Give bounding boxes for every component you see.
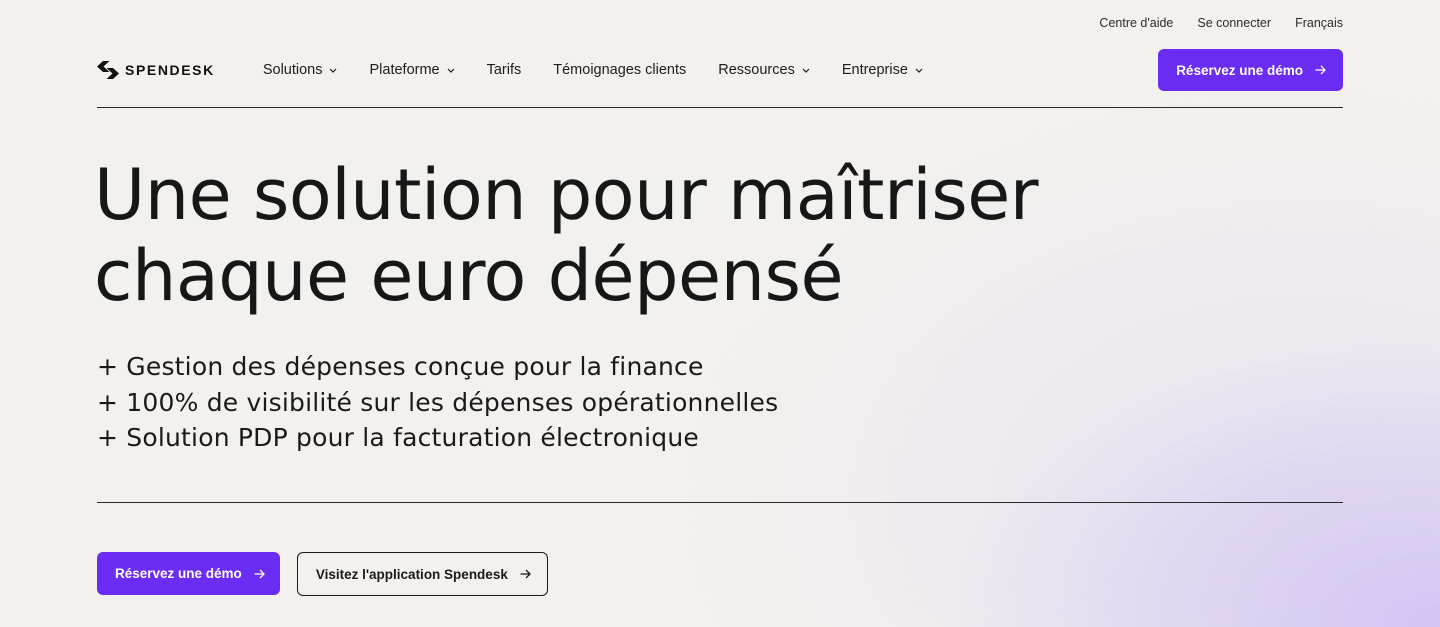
- visit-app-label: Visitez l'application Spendesk: [315, 566, 508, 582]
- spendesk-logo-icon: [97, 61, 119, 79]
- menu-item-tarifs[interactable]: Tarifs: [487, 62, 522, 78]
- arrow-right-icon: [520, 569, 531, 579]
- menu-item-label: Plateforme: [369, 62, 440, 78]
- hero-title-line-1: Une solution pour maîtriser: [94, 154, 1039, 236]
- section-divider: [97, 502, 1343, 503]
- menu-item-solutions[interactable]: Solutions: [263, 62, 338, 78]
- menu-item-label: Tarifs: [486, 62, 522, 78]
- header-demo-label: Réservez une démo: [1176, 62, 1303, 78]
- header-divider: [97, 107, 1343, 108]
- hero-title: Une solution pour maîtriser chaque euro …: [94, 155, 1094, 317]
- arrow-right-icon: [254, 569, 265, 578]
- brand-name: SPENDESK: [125, 62, 215, 78]
- menu-item-temoignages[interactable]: Témoignages clients: [553, 62, 686, 78]
- login-link[interactable]: Se connecter: [1197, 16, 1271, 30]
- help-center-link[interactable]: Centre d'aide: [1099, 16, 1173, 30]
- benefit-item: + 100% de visibilité sur les dépenses op…: [97, 387, 779, 417]
- menu: Solutions Plateforme Tarifs Témoignages …: [263, 62, 923, 78]
- visit-app-button[interactable]: Visitez l'application Spendesk: [296, 552, 548, 596]
- page-container: Centre d'aide Se connecter Français SPEN…: [94, 0, 1343, 627]
- menu-item-ressources[interactable]: Ressources: [718, 62, 810, 78]
- menu-item-label: Entreprise: [841, 62, 908, 78]
- main-nav: SPENDESK Solutions Plateforme Tarifs Tém…: [97, 49, 1343, 91]
- chevron-down-icon: [447, 68, 455, 73]
- hero-title-line-2: chaque euro dépensé: [94, 235, 844, 317]
- menu-item-label: Ressources: [718, 62, 795, 78]
- logo[interactable]: SPENDESK: [97, 61, 215, 79]
- menu-item-plateforme[interactable]: Plateforme: [369, 62, 455, 78]
- utility-nav: Centre d'aide Se connecter Français: [1099, 16, 1343, 30]
- chevron-down-icon: [915, 68, 923, 73]
- hero-benefits-list: + Gestion des dépenses conçue pour la fi…: [97, 349, 778, 456]
- language-selector[interactable]: Français: [1295, 16, 1343, 30]
- benefit-item: + Solution PDP pour la facturation élect…: [97, 423, 699, 452]
- arrow-right-icon: [1315, 65, 1326, 75]
- chevron-down-icon: [330, 68, 337, 73]
- header-demo-button[interactable]: Réservez une démo: [1158, 49, 1343, 91]
- menu-item-label: Solutions: [262, 62, 323, 78]
- menu-item-label: Témoignages clients: [553, 62, 687, 78]
- menu-item-entreprise[interactable]: Entreprise: [842, 62, 923, 78]
- chevron-down-icon: [802, 68, 810, 73]
- hero-cta-group: Réservez une démo Visitez l'application …: [97, 552, 548, 596]
- book-demo-button[interactable]: Réservez une démo: [97, 552, 280, 595]
- book-demo-label: Réservez une démo: [115, 566, 242, 581]
- benefit-item: + Gestion des dépenses conçue pour la fi…: [97, 352, 704, 381]
